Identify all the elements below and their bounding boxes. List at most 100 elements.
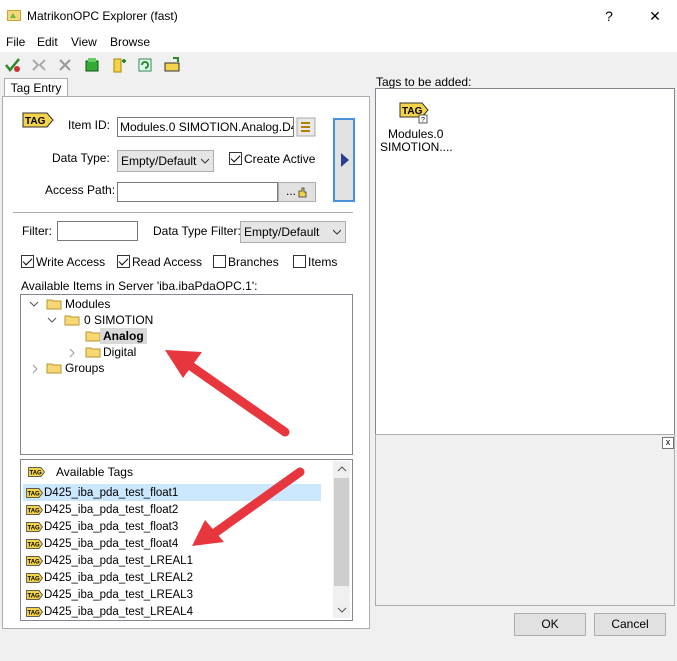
write-access-label: Write Access <box>36 255 106 269</box>
list-item[interactable]: D425_iba_pda_test_LREAL2 <box>44 570 193 587</box>
access-path-field[interactable] <box>117 182 278 202</box>
folder-icon <box>46 363 62 374</box>
tag-icon: TAG <box>26 522 43 532</box>
arrow-right-icon <box>341 153 349 167</box>
list-item[interactable]: D425_iba_pda_test_LREAL1 <box>44 553 193 570</box>
list-item[interactable]: D425_iba_pda_test_LREAL4 <box>44 604 193 621</box>
svg-text:TAG: TAG <box>28 492 41 498</box>
svg-text:TAG: TAG <box>28 594 41 600</box>
svg-text:TAG: TAG <box>28 526 41 532</box>
tags-to-add-label: Tags to be added: <box>376 75 472 89</box>
tree-node-simotion[interactable]: 0 SIMOTION <box>84 312 153 328</box>
menu-file[interactable]: File <box>6 35 25 49</box>
svg-text:TAG: TAG <box>28 509 41 515</box>
access-path-browse-button[interactable]: ... <box>278 182 316 202</box>
available-items-label: Available Items in Server 'iba.ibaPdaOPC… <box>21 279 258 293</box>
tag-icon: TAG <box>26 505 43 515</box>
connect-icon[interactable] <box>4 56 22 74</box>
data-type-filter-select[interactable]: Empty/Default <box>240 221 346 243</box>
filter-field[interactable] <box>57 221 138 241</box>
tree-node-groups[interactable]: Groups <box>65 360 104 376</box>
tag-item-line1: Modules.0 <box>388 127 444 141</box>
tree-node-modules[interactable]: Modules <box>65 296 110 312</box>
scroll-down-icon[interactable] <box>337 606 347 614</box>
create-active-checkbox[interactable] <box>229 152 242 165</box>
window-title: MatrikonOPC Explorer (fast) <box>27 9 178 23</box>
chevron-down-icon <box>333 229 341 235</box>
add-group-icon[interactable] <box>83 56 101 74</box>
tag-badge-icon: TAG <box>22 112 54 128</box>
tab-tag-entry[interactable]: Tag Entry <box>4 78 68 97</box>
tag-item-icon: TAG ? <box>399 102 429 124</box>
read-access-checkbox[interactable] <box>117 255 130 268</box>
chevron-down-icon <box>201 158 209 164</box>
scroll-up-icon[interactable] <box>337 465 347 473</box>
menu-edit[interactable]: Edit <box>37 35 58 49</box>
tag-icon: TAG <box>26 607 43 617</box>
scroll-thumb[interactable] <box>334 478 349 586</box>
filter-label: Filter: <box>22 224 52 238</box>
separator <box>13 212 353 213</box>
tree-node-analog[interactable]: Analog <box>100 328 147 344</box>
data-type-filter-value: Empty/Default <box>244 225 320 239</box>
menu-browse[interactable]: Browse <box>110 35 150 49</box>
disconnect-icon[interactable] <box>30 56 48 74</box>
refresh-icon[interactable] <box>136 56 154 74</box>
data-type-value: Empty/Default <box>121 154 197 168</box>
help-button[interactable]: ? <box>594 4 624 28</box>
tag-icon: TAG <box>26 539 43 549</box>
tag-icon: TAG <box>26 556 43 566</box>
tag-item-line2: SIMOTION.... <box>380 140 453 154</box>
data-type-label: Data Type: <box>52 151 110 165</box>
item-id-browse-icon[interactable] <box>296 117 316 137</box>
list-item[interactable]: D425_iba_pda_test_float3 <box>44 519 178 536</box>
svg-text:?: ? <box>421 117 425 124</box>
chevron-right-icon[interactable] <box>30 364 40 374</box>
svg-text:TAG: TAG <box>28 560 41 566</box>
svg-text:TAG: TAG <box>28 577 41 583</box>
chevron-down-icon[interactable] <box>47 315 57 325</box>
menu-view[interactable]: View <box>71 35 97 49</box>
items-checkbox[interactable] <box>293 255 306 268</box>
tag-icon: TAG <box>26 590 43 600</box>
add-items-icon[interactable] <box>110 56 128 74</box>
folder-open-icon <box>85 331 101 342</box>
svg-text:TAG: TAG <box>28 543 41 549</box>
hand-pointer-icon <box>298 187 307 198</box>
item-id-label: Item ID: <box>68 118 111 132</box>
create-active-label: Create Active <box>244 152 316 166</box>
close-window-button[interactable]: ✕ <box>640 4 670 28</box>
tag-icon: TAG <box>26 488 43 498</box>
list-item[interactable]: D425_iba_pda_test_float2 <box>44 502 178 519</box>
svg-text:TAG: TAG <box>25 116 46 127</box>
menu-bar <box>0 32 677 52</box>
chevron-right-icon[interactable] <box>67 348 77 358</box>
browse-ellipsis: ... <box>285 184 296 198</box>
tag-icon: TAG <box>28 467 45 477</box>
data-type-select[interactable]: Empty/Default <box>117 150 214 172</box>
chevron-down-icon[interactable] <box>29 299 39 309</box>
cancel-button[interactable]: Cancel <box>594 613 666 636</box>
item-id-field[interactable]: Modules.0 SIMOTION.Analog.D425_ <box>117 117 294 137</box>
access-path-label: Access Path: <box>45 183 116 197</box>
available-tags-header: Available Tags <box>56 465 133 479</box>
matrikon-app-icon <box>7 10 21 21</box>
write-tag-icon[interactable] <box>163 56 181 74</box>
write-access-checkbox[interactable] <box>21 255 34 268</box>
folder-icon <box>64 315 80 326</box>
items-label: Items <box>308 255 338 269</box>
list-item[interactable]: D425_iba_pda_test_float1 <box>44 485 178 502</box>
branches-checkbox[interactable] <box>213 255 226 268</box>
delete-icon[interactable] <box>56 56 74 74</box>
svg-text:TAG: TAG <box>28 611 41 617</box>
close-pane-button[interactable]: x <box>662 437 674 449</box>
tree-node-digital[interactable]: Digital <box>103 344 136 360</box>
list-item[interactable]: D425_iba_pda_test_float4 <box>44 536 178 553</box>
branches-label: Branches <box>228 255 279 269</box>
list-item[interactable]: D425_iba_pda_test_LREAL3 <box>44 587 193 604</box>
read-access-label: Read Access <box>132 255 203 269</box>
folder-icon <box>46 299 62 310</box>
ok-button[interactable]: OK <box>514 613 586 636</box>
detail-pane <box>375 434 675 606</box>
folder-icon <box>85 347 101 358</box>
